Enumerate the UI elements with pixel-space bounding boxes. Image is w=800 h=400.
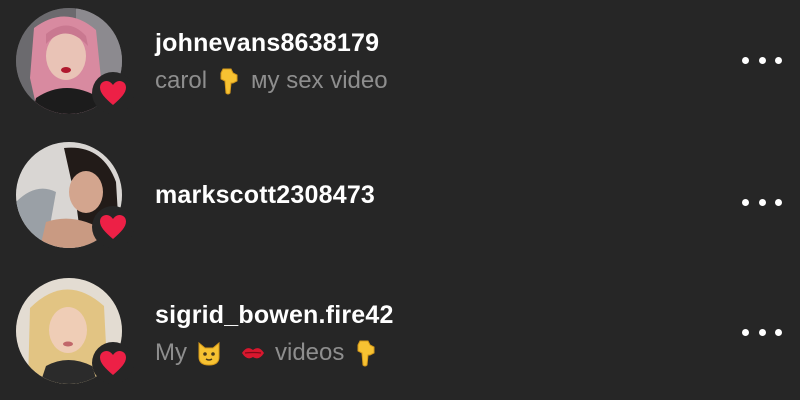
dot — [758, 198, 766, 206]
cat-face-emoji-icon — [195, 339, 223, 367]
avatar-container[interactable] — [16, 142, 134, 248]
dot — [775, 328, 782, 336]
more-options-icon[interactable] — [742, 192, 782, 212]
username[interactable]: johnevans8638179 — [155, 28, 388, 58]
username[interactable]: markscott2308473 — [155, 180, 375, 210]
dot — [775, 198, 782, 206]
username[interactable]: sigrid_bowen.fire42 — [155, 300, 394, 330]
dot — [775, 56, 782, 64]
dot — [742, 328, 749, 336]
subtitle-text: carol — [155, 67, 208, 94]
backhand-index-pointing-down-emoji-icon — [352, 339, 380, 367]
account-texts: johnevans8638179 carol мy sex video — [155, 28, 388, 96]
more-options-icon[interactable] — [742, 50, 782, 70]
heart-icon — [100, 351, 126, 375]
list-item[interactable]: markscott2308473 — [0, 136, 800, 256]
subtitle-text: videos — [275, 339, 345, 366]
account-subtitle: My videos — [155, 338, 394, 368]
heart-badge — [92, 206, 134, 248]
subtitle-text: My — [155, 339, 187, 366]
heart-badge — [92, 342, 134, 384]
account-list: johnevans8638179 carol мy sex video mark… — [0, 0, 800, 400]
dot — [742, 198, 749, 206]
dot — [758, 328, 766, 336]
heart-icon — [100, 215, 126, 239]
account-texts: sigrid_bowen.fire42 My videos — [155, 300, 394, 368]
avatar-container[interactable] — [16, 8, 134, 114]
list-item[interactable]: sigrid_bowen.fire42 My videos — [0, 272, 800, 392]
kiss-mark-emoji-icon — [239, 339, 267, 367]
dot — [758, 56, 766, 64]
dot — [742, 56, 749, 64]
account-subtitle: carol мy sex video — [155, 66, 388, 96]
heart-badge — [92, 72, 134, 114]
heart-icon — [100, 81, 126, 105]
backhand-index-pointing-down-emoji-icon — [215, 67, 243, 95]
avatar-container[interactable] — [16, 278, 134, 384]
subtitle-text: мy sex video — [251, 67, 388, 94]
more-options-icon[interactable] — [742, 322, 782, 342]
list-item[interactable]: johnevans8638179 carol мy sex video — [0, 0, 800, 120]
account-texts: markscott2308473 — [155, 180, 375, 210]
